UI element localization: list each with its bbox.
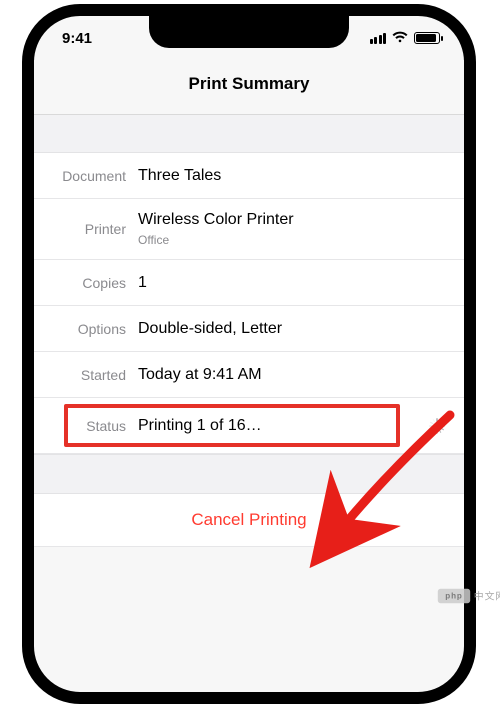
value-printer-sub: Office	[138, 233, 294, 247]
battery-icon	[414, 32, 440, 44]
row-options: Options Double-sided, Letter	[34, 306, 464, 352]
row-document: Document Three Tales	[34, 153, 464, 199]
value-printer: Wireless Color Printer	[138, 211, 294, 229]
value-document: Three Tales	[138, 167, 221, 185]
section-spacer	[34, 115, 464, 153]
wifi-icon	[392, 30, 408, 47]
spinner-icon	[428, 417, 446, 435]
label-printer: Printer	[34, 221, 138, 237]
cancel-printing-button[interactable]: Cancel Printing	[34, 494, 464, 547]
value-started: Today at 9:41 AM	[138, 366, 262, 384]
value-options: Double-sided, Letter	[138, 320, 282, 338]
print-summary-list: Document Three Tales Printer Wireless Co…	[34, 153, 464, 454]
label-started: Started	[34, 367, 138, 383]
label-document: Document	[34, 168, 138, 184]
row-started: Started Today at 9:41 AM	[34, 352, 464, 398]
cellular-signal-icon	[370, 33, 387, 44]
watermark-text: 中文网	[474, 589, 500, 603]
section-spacer-2	[34, 454, 464, 494]
value-copies: 1	[138, 274, 147, 292]
phone-frame: 9:41 Print Summary Document Three Tales …	[22, 4, 476, 704]
notch	[149, 14, 349, 48]
value-status: Printing 1 of 16…	[138, 417, 262, 435]
label-options: Options	[34, 321, 138, 337]
row-printer: Printer Wireless Color Printer Office	[34, 199, 464, 260]
row-copies: Copies 1	[34, 260, 464, 306]
watermark: php 中文网	[438, 589, 500, 603]
label-copies: Copies	[34, 275, 138, 291]
status-time: 9:41	[62, 30, 92, 47]
page-title: Print Summary	[34, 60, 464, 115]
watermark-logo: php	[438, 589, 470, 603]
row-status: Status Printing 1 of 16…	[34, 398, 464, 454]
label-status: Status	[34, 418, 138, 434]
